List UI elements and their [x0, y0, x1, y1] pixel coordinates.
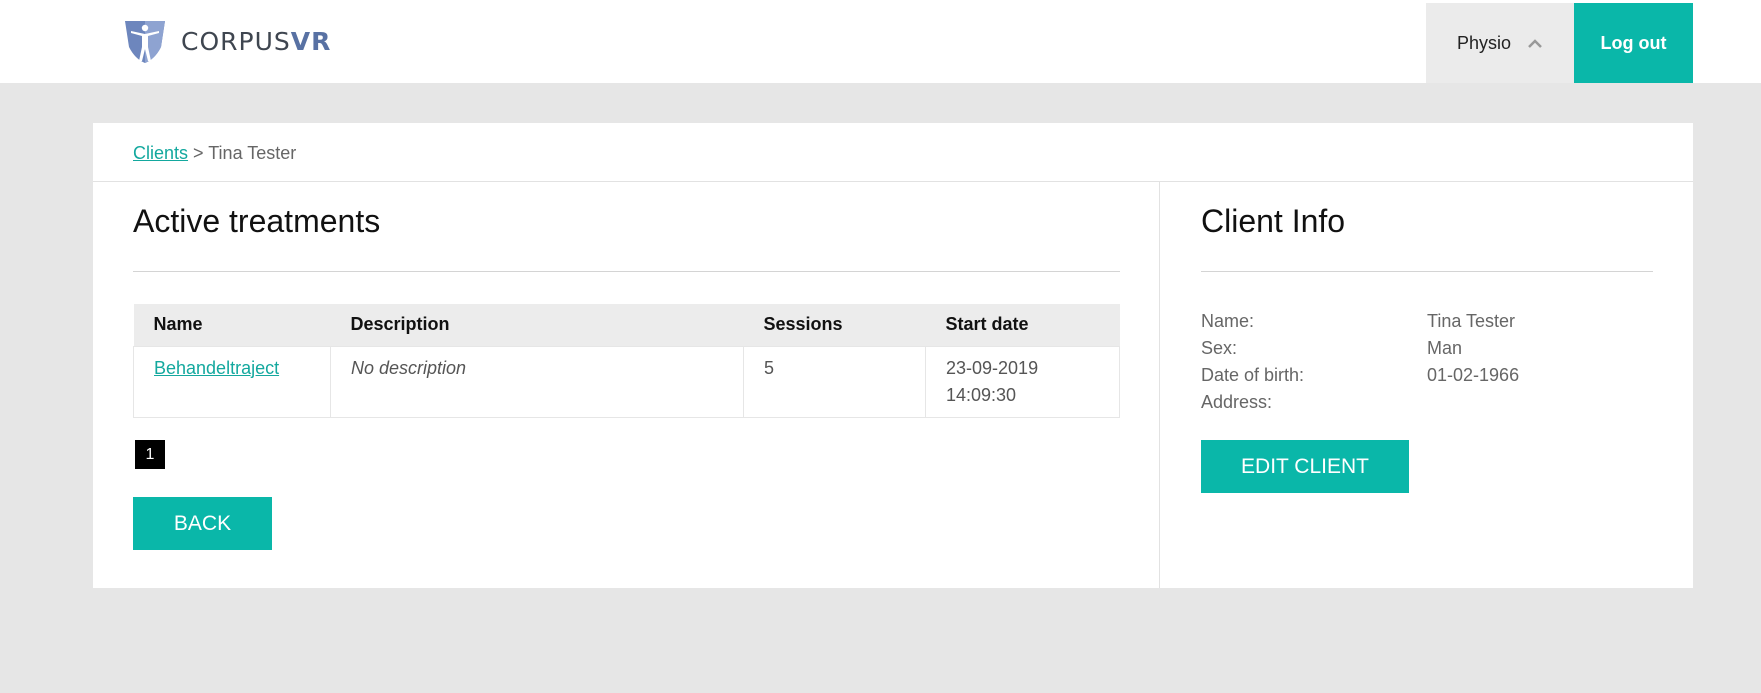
treatment-description-cell: No description	[330, 345, 744, 418]
active-treatments-title: Active treatments	[133, 203, 381, 239]
info-row-sex: Sex: Man	[1201, 335, 1519, 362]
shield-figure-icon	[125, 21, 165, 63]
treatment-sessions-cell: 5	[743, 345, 926, 418]
info-label: Address:	[1201, 392, 1273, 412]
info-label: Date of birth:	[1201, 365, 1305, 385]
info-value: 01-02-1966	[1427, 365, 1520, 385]
start-date: 23-09-2019	[946, 357, 1039, 378]
info-label: Sex:	[1201, 338, 1238, 358]
logout-button[interactable]: Log out	[1574, 3, 1693, 83]
client-info-title: Client Info	[1201, 203, 1346, 239]
column-header-description: Description	[330, 304, 744, 346]
user-menu-label: Physio	[1456, 32, 1512, 53]
breadcrumb-clients-link[interactable]: Clients	[133, 143, 188, 163]
corpusvr-logo[interactable]: CORPUSVR	[121, 16, 331, 66]
info-value: Tina Tester	[1427, 311, 1516, 331]
info-row-dob: Date of birth: 01-02-1966	[1201, 362, 1519, 389]
column-divider	[1159, 181, 1160, 588]
back-button[interactable]: BACK	[133, 497, 272, 550]
breadcrumb-current: Tina Tester	[208, 143, 297, 163]
client-detail-card: Clients > Tina Tester Active treatments …	[93, 123, 1693, 588]
treatment-name-cell: Behandeltraject	[133, 345, 331, 418]
table-header-row: Name Description Sessions Start date	[133, 304, 1120, 346]
client-info-divider	[1201, 271, 1653, 272]
client-info-list: Name: Tina Tester Sex: Man Date of birth…	[1201, 308, 1519, 416]
breadcrumb: Clients > Tina Tester	[133, 143, 296, 164]
info-row-address: Address:	[1201, 389, 1519, 416]
breadcrumb-separator: >	[188, 143, 209, 163]
edit-client-button[interactable]: EDIT CLIENT	[1201, 440, 1409, 493]
info-value: Man	[1427, 338, 1463, 358]
column-header-start-date: Start date	[925, 304, 1120, 346]
treatment-start-date-cell: 23-09-2019 14:09:30	[925, 345, 1120, 418]
chevron-up-icon	[1527, 33, 1543, 54]
treatments-table: Name Description Sessions Start date Beh…	[133, 304, 1120, 418]
table-row: Behandeltraject No description 5 23-09-2…	[133, 345, 1120, 418]
treatment-link[interactable]: Behandeltraject	[154, 358, 279, 378]
info-row-name: Name: Tina Tester	[1201, 308, 1519, 335]
top-navbar: CORPUSVR Physio Log out	[0, 0, 1761, 83]
column-header-sessions: Sessions	[743, 304, 926, 346]
info-label: Name:	[1201, 311, 1255, 331]
pagination-page-1[interactable]: 1	[135, 440, 165, 469]
header-divider	[93, 181, 1693, 182]
logo-wordmark: CORPUSVR	[181, 26, 332, 56]
title-divider	[133, 271, 1120, 272]
start-time: 14:09:30	[946, 384, 1017, 405]
user-menu-dropdown[interactable]: Physio	[1426, 3, 1574, 83]
column-header-name: Name	[133, 304, 331, 346]
